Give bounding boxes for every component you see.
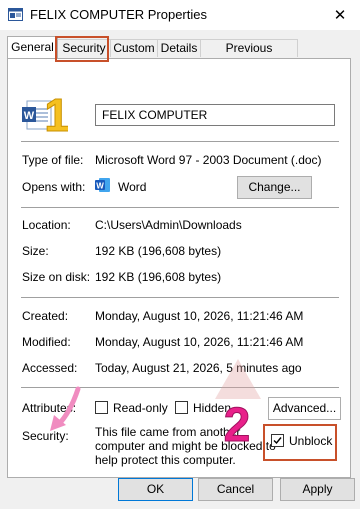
unblock-label: Unblock xyxy=(289,434,333,448)
accessed-value: Today, August 21, 2026, 5 minutes ago xyxy=(95,361,302,375)
security-message-line-1: This file came from another xyxy=(95,425,241,439)
tab-previous-versions[interactable]: Previous Versions xyxy=(200,39,298,72)
modified-label: Modified: xyxy=(22,335,71,349)
checkmark-icon xyxy=(273,437,282,445)
size-value: 192 KB (196,608 bytes) xyxy=(95,244,222,258)
accessed-label: Accessed: xyxy=(22,361,78,375)
separator xyxy=(21,207,339,208)
dialog-client-area: General Security Custom Details Previous… xyxy=(0,30,360,509)
step-1-number: 1 xyxy=(46,89,68,137)
file-name-field[interactable]: FELIX COMPUTER xyxy=(95,104,335,126)
tab-general[interactable]: General xyxy=(7,36,58,58)
step-2-number: 2 xyxy=(224,399,251,447)
general-tab-panel: W 1 FELIX COMPUTER Type of file: Microso… xyxy=(7,58,351,478)
security-label: Security: xyxy=(22,429,69,443)
unblock-checkbox[interactable] xyxy=(271,434,284,447)
opens-with-value: Word xyxy=(118,180,147,194)
step-2-annotation: 2 xyxy=(223,399,251,448)
size-on-disk-value: 192 KB (196,608 bytes) xyxy=(95,270,222,284)
cancel-button[interactable]: Cancel xyxy=(198,478,273,501)
close-button[interactable]: ✕ xyxy=(320,0,360,30)
readonly-label: Read-only xyxy=(113,401,168,415)
tab-custom[interactable]: Custom xyxy=(110,39,158,57)
separator xyxy=(21,297,339,298)
apply-button[interactable]: Apply xyxy=(280,478,355,501)
window-title: FELIX COMPUTER Properties xyxy=(30,7,207,22)
security-tab-highlight xyxy=(55,36,109,62)
watermark-logo xyxy=(215,359,261,399)
opens-with-label: Opens with: xyxy=(22,180,86,194)
tab-details[interactable]: Details xyxy=(157,39,201,57)
size-label: Size: xyxy=(22,244,49,258)
advanced-button[interactable]: Advanced... xyxy=(268,397,341,420)
word-app-icon: W xyxy=(95,178,110,192)
type-of-file-value: Microsoft Word 97 - 2003 Document (.doc) xyxy=(95,153,322,167)
type-of-file-label: Type of file: xyxy=(22,153,84,167)
security-message-line-3: help protect this computer. xyxy=(95,453,236,467)
hidden-checkbox[interactable] xyxy=(175,401,188,414)
title-bar: FELIX COMPUTER Properties ✕ xyxy=(0,0,360,30)
size-on-disk-label: Size on disk: xyxy=(22,270,91,284)
step-1-annotation: 1 xyxy=(46,89,68,137)
pink-arrow-annotation xyxy=(50,386,81,431)
separator xyxy=(21,141,339,142)
created-value: Monday, August 10, 2026, 11:21:46 AM xyxy=(95,309,304,323)
close-icon: ✕ xyxy=(333,7,347,24)
readonly-checkbox[interactable] xyxy=(95,401,108,414)
modified-value: Monday, August 10, 2026, 11:21:46 AM xyxy=(95,335,304,349)
created-label: Created: xyxy=(22,309,69,323)
change-button[interactable]: Change... xyxy=(237,176,312,199)
ok-button[interactable]: OK xyxy=(118,478,193,501)
svg-text:W: W xyxy=(96,182,104,191)
location-label: Location: xyxy=(22,218,71,232)
location-value: C:\Users\Admin\Downloads xyxy=(95,218,242,232)
properties-window-icon xyxy=(8,8,23,21)
svg-text:W: W xyxy=(24,110,35,122)
